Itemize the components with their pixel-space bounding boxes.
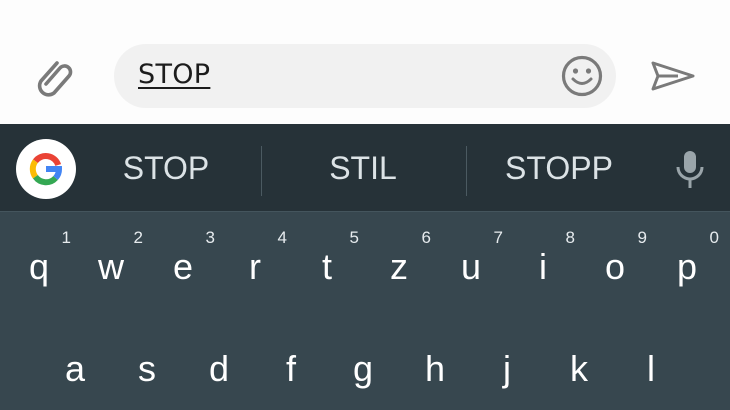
suggestion-strip: STOP STIL STOPP — [0, 124, 730, 212]
key-w[interactable]: w 2 — [75, 224, 147, 304]
key-s[interactable]: s — [111, 330, 183, 410]
paperclip-icon — [37, 61, 73, 97]
microphone-icon — [676, 151, 704, 188]
key-k[interactable]: k — [543, 330, 615, 410]
key-a[interactable]: a — [39, 330, 111, 410]
suggestion-3[interactable]: STOPP — [480, 148, 638, 188]
send-icon — [651, 61, 695, 91]
suggestion-1[interactable]: STOP — [90, 148, 242, 188]
attach-button[interactable] — [30, 54, 82, 98]
key-f[interactable]: f — [255, 330, 327, 410]
message-input-field[interactable]: STOP — [114, 44, 616, 108]
key-z[interactable]: z 6 — [363, 224, 435, 304]
key-h[interactable]: h — [399, 330, 471, 410]
key-j[interactable]: j — [471, 330, 543, 410]
key-t[interactable]: t 5 — [291, 224, 363, 304]
send-button[interactable] — [648, 54, 698, 98]
google-logo-button[interactable] — [16, 139, 76, 199]
emoji-button[interactable] — [560, 54, 604, 98]
key-g[interactable]: g — [327, 330, 399, 410]
smiley-icon — [561, 55, 603, 97]
key-q[interactable]: q 1 — [3, 224, 75, 304]
key-p[interactable]: p 0 — [651, 224, 723, 304]
key-i[interactable]: i 8 — [507, 224, 579, 304]
suggestion-divider — [261, 146, 262, 196]
google-g-icon — [29, 152, 62, 186]
key-u[interactable]: u 7 — [435, 224, 507, 304]
keyboard: STOP STIL STOPP q 1 w 2 e 3 r 4 t 5 z 6 … — [0, 124, 730, 410]
key-r[interactable]: r 4 — [219, 224, 291, 304]
key-l[interactable]: l — [615, 330, 687, 410]
message-input-text[interactable]: STOP — [138, 58, 210, 92]
suggestion-divider — [466, 146, 467, 196]
compose-bar: STOP — [0, 0, 730, 124]
key-e[interactable]: e 3 — [147, 224, 219, 304]
suggestion-2[interactable]: STIL — [283, 148, 443, 188]
key-o[interactable]: o 9 — [579, 224, 651, 304]
voice-input-button[interactable] — [672, 148, 708, 192]
key-d[interactable]: d — [183, 330, 255, 410]
